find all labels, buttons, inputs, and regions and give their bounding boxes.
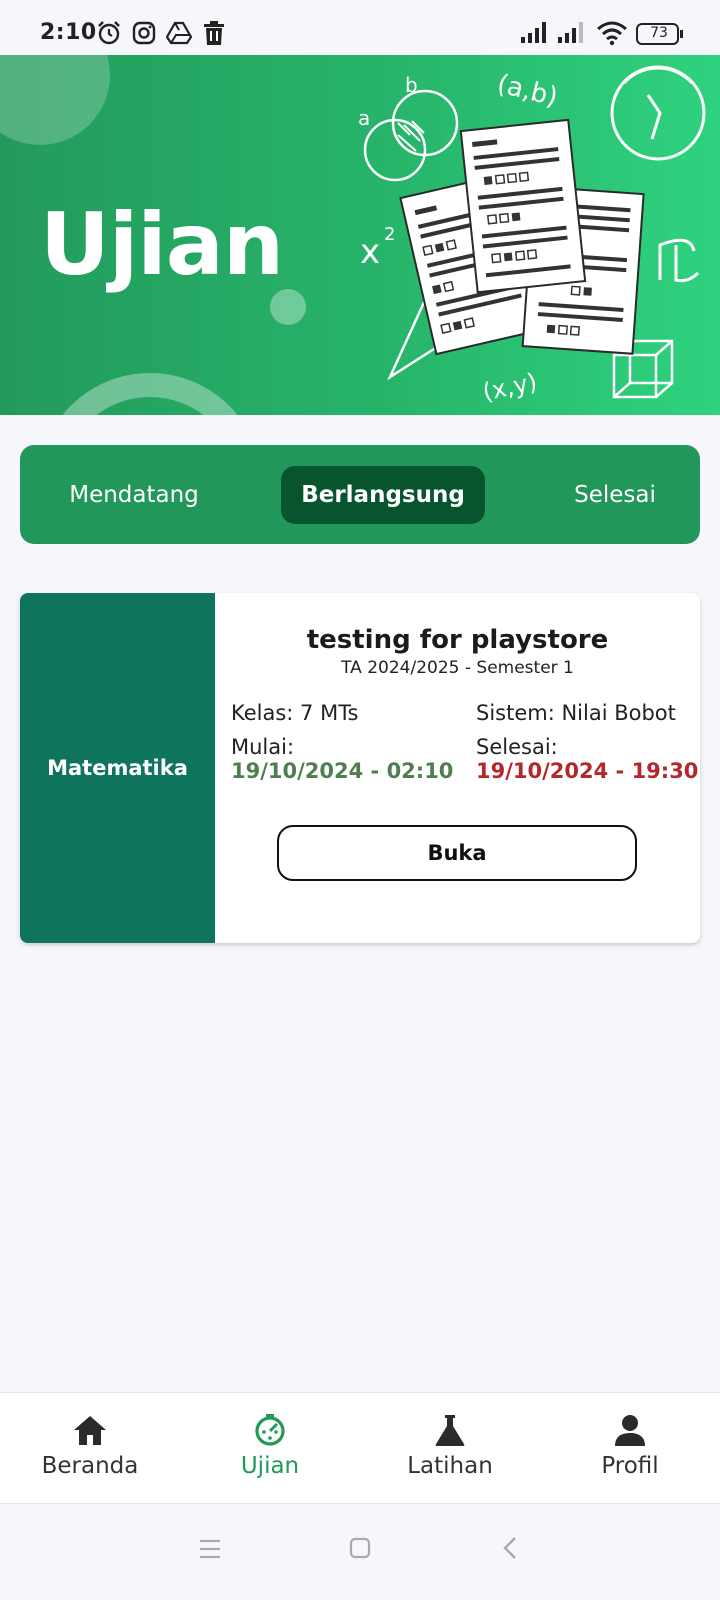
page-title: Ujian	[40, 195, 284, 295]
nav-item-beranda[interactable]: Beranda	[0, 1393, 180, 1505]
alarm-icon	[96, 20, 122, 46]
nav-item-latihan[interactable]: Latihan	[360, 1393, 540, 1505]
exam-start-label: Mulai:	[231, 735, 295, 759]
svg-text:x: x	[360, 232, 380, 272]
nav-label-latihan: Latihan	[407, 1453, 493, 1479]
subject-panel: Matematika	[20, 593, 215, 943]
tab-berlangsung[interactable]: Berlangsung	[281, 466, 485, 524]
home-icon	[72, 1411, 108, 1449]
exam-start-date: 19/10/2024 - 02:10	[231, 759, 454, 783]
person-icon	[614, 1411, 646, 1449]
tab-selesai[interactable]: Selesai	[540, 466, 690, 524]
instagram-icon	[131, 20, 157, 46]
exam-title: testing for playstore	[306, 625, 609, 655]
nav-item-profil[interactable]: Profil	[540, 1393, 720, 1505]
exam-subject: Matematika	[47, 756, 188, 780]
menu-icon[interactable]	[198, 1538, 222, 1564]
exam-end-date: 19/10/2024 - 19:30	[476, 759, 699, 783]
system-navigation-bar	[0, 1504, 720, 1600]
exam-card[interactable]: Matematika testing for playstore TA 2024…	[20, 593, 700, 943]
signal-icon	[520, 20, 550, 44]
exam-term: TA 2024/2025 - Semester 1	[341, 658, 574, 678]
nav-label-profil: Profil	[601, 1453, 659, 1479]
nav-label-beranda: Beranda	[41, 1453, 139, 1479]
home-button-icon[interactable]	[349, 1537, 371, 1563]
timer-icon	[253, 1411, 287, 1449]
flask-icon	[434, 1411, 466, 1449]
open-exam-button[interactable]: Buka	[277, 825, 637, 881]
trash-icon	[202, 20, 226, 46]
exam-end-label: Selesai:	[476, 735, 558, 759]
tab-mendatang[interactable]: Mendatang	[48, 466, 220, 524]
wifi-icon	[596, 20, 628, 46]
bottom-nav: Beranda Ujian Latihan Profil	[0, 1392, 720, 1504]
exam-status-tabs: Mendatang Berlangsung Selesai	[20, 445, 700, 544]
svg-text:(a,b): (a,b)	[494, 69, 560, 113]
svg-text:(x,y): (x,y)	[480, 368, 539, 407]
battery-level: 73	[650, 25, 668, 41]
exam-system: Sistem: Nilai Bobot	[476, 701, 676, 725]
drive-icon	[166, 20, 192, 46]
svg-text:2: 2	[384, 224, 395, 245]
signal-icon-2	[557, 20, 587, 44]
back-icon[interactable]	[502, 1536, 518, 1564]
hero-banner: a b (a,b) x 2 (x,y) Ujian	[0, 55, 720, 415]
nav-item-ujian[interactable]: Ujian	[180, 1393, 360, 1505]
exam-class: Kelas: 7 MTs	[231, 701, 359, 725]
status-bar: 2:10 73	[0, 0, 720, 55]
nav-label-ujian: Ujian	[240, 1453, 300, 1479]
svg-text:a: a	[358, 106, 370, 130]
status-time: 2:10	[40, 20, 97, 45]
svg-text:b: b	[405, 73, 418, 97]
